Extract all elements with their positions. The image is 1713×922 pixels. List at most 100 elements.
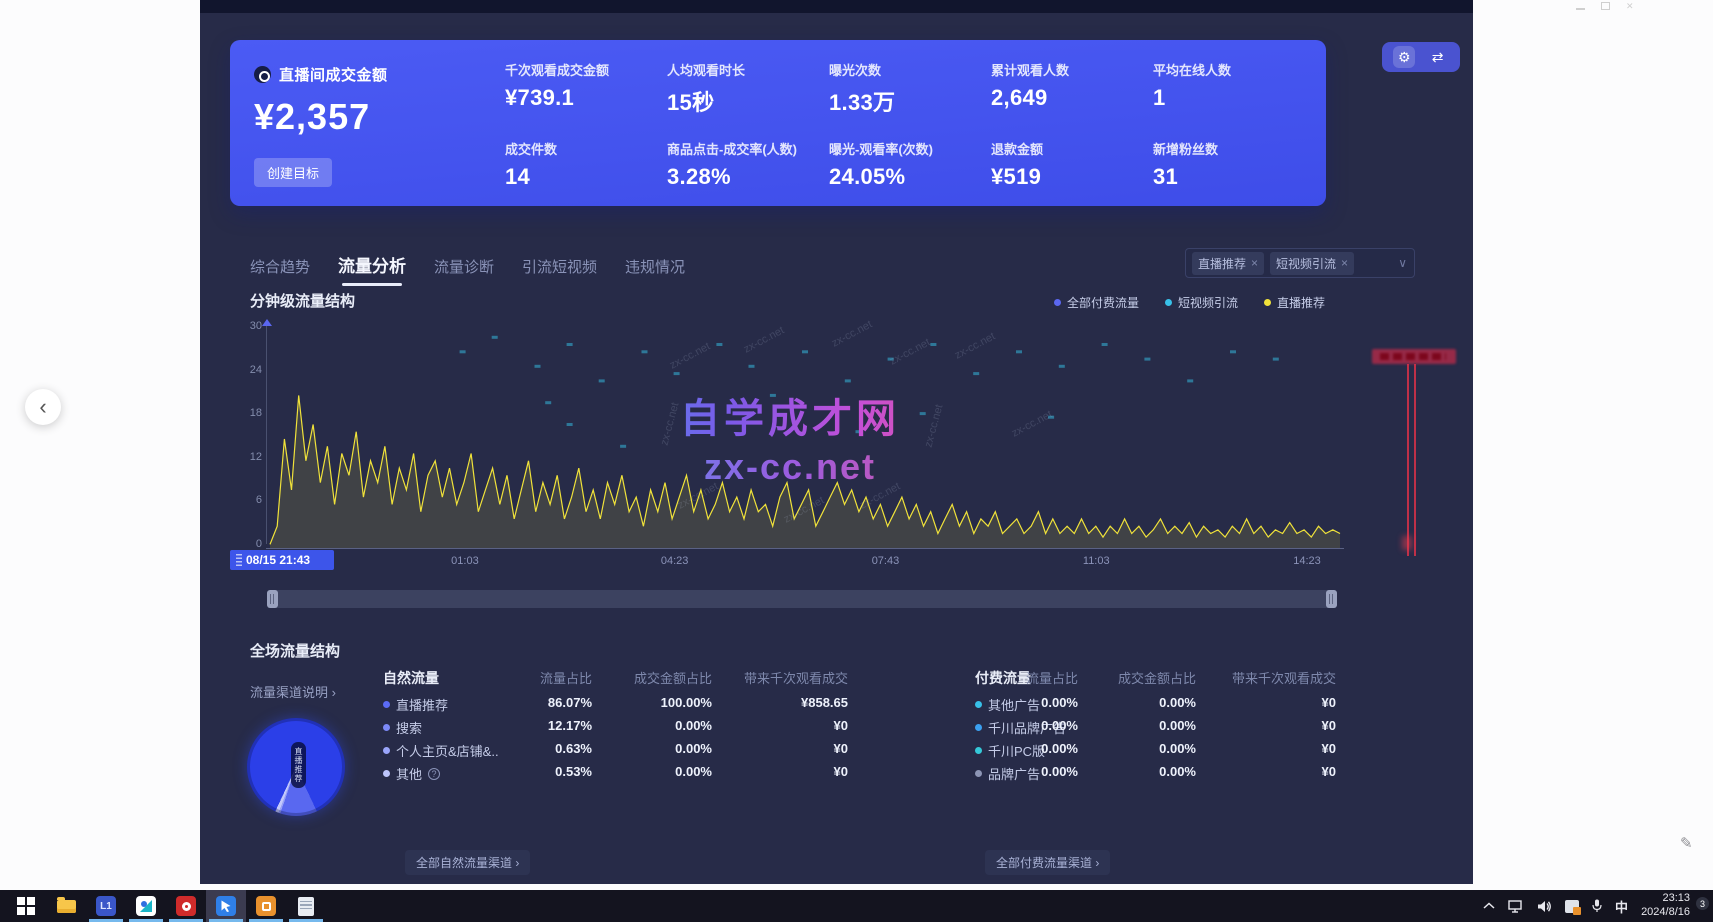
minimize-icon[interactable] xyxy=(1576,2,1585,10)
channel-dot xyxy=(975,747,982,754)
swap-icon[interactable]: ⇄ xyxy=(1427,46,1449,68)
metric-label: 新增粉丝数 xyxy=(1153,139,1315,158)
chart-title: 分钟级流量结构 xyxy=(250,290,355,311)
app-blue-cursor[interactable] xyxy=(206,890,246,922)
channel-name: 个人主页&店铺&.. xyxy=(383,741,499,760)
prev-arrow-button[interactable]: ‹ xyxy=(25,389,61,425)
system-tray: 中 23:13 2024/8/16 3 xyxy=(1483,892,1713,920)
tab-综合趋势[interactable]: 综合趋势 xyxy=(250,256,310,277)
channel-name: 品牌广告 xyxy=(975,764,1040,783)
chevron-down-icon[interactable]: ∨ xyxy=(1398,256,1407,270)
window-controls[interactable]: ✕ xyxy=(1576,2,1635,10)
tab-流量分析[interactable]: 流量分析 xyxy=(338,252,406,277)
metric-value: ¥519 xyxy=(991,164,1153,190)
app-red-ring[interactable] xyxy=(166,890,206,922)
red-marker-line xyxy=(1414,364,1416,556)
maximize-icon[interactable] xyxy=(1601,2,1610,10)
table-row: 其他?0.53%0.00%¥0 xyxy=(383,764,848,784)
channel-label: 千川PC版 xyxy=(988,741,1045,760)
per-thousand-value: ¥0 xyxy=(834,741,848,756)
close-icon[interactable]: ✕ xyxy=(1626,2,1635,10)
hidden-icons-chevron-icon[interactable] xyxy=(1483,902,1495,910)
card-tools: ⚙ ⇄ xyxy=(1382,42,1460,72)
channel-name: 千川PC版 xyxy=(975,741,1045,760)
gmv-share-value: 0.00% xyxy=(1159,764,1196,779)
app-orange[interactable] xyxy=(246,890,286,922)
app-teal[interactable] xyxy=(126,890,166,922)
gmv-share-value: 100.00% xyxy=(661,695,712,710)
per-thousand-value: ¥0 xyxy=(1322,764,1336,779)
gmv-share-value: 0.00% xyxy=(675,741,712,756)
pen-icon[interactable]: ✎ xyxy=(1680,834,1693,852)
per-thousand-value: ¥0 xyxy=(1322,741,1336,756)
ime-indicator[interactable]: 中 xyxy=(1615,897,1628,916)
table-header-row: 付费流量流量占比成交金额占比带来千次观看成交 xyxy=(975,668,1336,688)
channel-dot xyxy=(975,701,982,708)
legend-item[interactable]: 直播推荐 xyxy=(1264,294,1325,311)
legend-item[interactable]: 短视频引流 xyxy=(1165,294,1238,311)
table-col-header: 带来千次观看成交 xyxy=(744,668,848,687)
metric-label: 千次观看成交金额 xyxy=(505,60,667,79)
metric-value: 24.05% xyxy=(829,164,991,190)
metric-label: 人均观看时长 xyxy=(667,60,829,79)
metrics-grid: 千次观看成交金额¥739.1人均观看时长15秒曝光次数1.33万累计观看人数2,… xyxy=(505,60,1315,190)
per-thousand-value: ¥858.65 xyxy=(801,695,848,710)
notepad[interactable] xyxy=(286,890,326,922)
start-button[interactable] xyxy=(6,890,46,922)
line-chart-canvas[interactable] xyxy=(267,326,1345,554)
metric-7: 曝光-观看率(次数)24.05% xyxy=(829,139,991,190)
y-tick-label: 6 xyxy=(240,494,262,506)
channel-help-link[interactable]: 流量渠道说明 xyxy=(250,682,336,701)
microphone-icon[interactable] xyxy=(1592,899,1602,913)
channel-dot xyxy=(383,747,390,754)
traffic-share-value: 86.07% xyxy=(548,695,592,710)
gmv-share-value: 0.00% xyxy=(1159,718,1196,733)
chip-remove-icon[interactable]: × xyxy=(1341,256,1348,270)
app-l1[interactable]: L1 xyxy=(86,890,126,922)
filter-chip[interactable]: 直播推荐× xyxy=(1192,252,1264,275)
per-thousand-value: ¥0 xyxy=(834,764,848,779)
volume-icon[interactable] xyxy=(1537,900,1552,913)
window-titlebar xyxy=(200,0,1473,13)
chart-range-slider[interactable] xyxy=(267,590,1337,608)
table-header-row: 自然流量流量占比成交金额占比带来千次观看成交 xyxy=(383,668,848,688)
tab-违规情况[interactable]: 违规情况 xyxy=(625,256,685,277)
tab-引流短视频[interactable]: 引流短视频 xyxy=(522,256,597,277)
channel-dot xyxy=(383,770,390,777)
y-tick-label: 18 xyxy=(240,407,262,419)
legend-item[interactable]: 全部付费流量 xyxy=(1054,294,1139,311)
pie-dominant-label: 直播推荐 xyxy=(291,742,306,788)
all-natural-channels-link[interactable]: 全部自然流量渠道 xyxy=(405,850,530,875)
traffic-filter-select[interactable]: 直播推荐× 短视频引流× ∨ xyxy=(1185,248,1415,278)
legend-dot xyxy=(1165,299,1172,306)
channel-dot xyxy=(383,724,390,731)
file-explorer[interactable] xyxy=(46,890,86,922)
y-tick-label: 30 xyxy=(240,320,262,332)
summary-card: 直播间成交金额 ¥2,357 创建目标 千次观看成交金额¥739.1人均观看时长… xyxy=(230,40,1326,206)
all-paid-channels-link[interactable]: 全部付费流量渠道 xyxy=(985,850,1110,875)
x-axis-start-label[interactable]: 08/15 21:43 xyxy=(230,550,334,570)
minute-traffic-chart: 302418126001:0304:2307:4311:0314:23 xyxy=(240,322,1360,584)
gear-icon[interactable]: ⚙ xyxy=(1393,46,1415,68)
tab-流量诊断[interactable]: 流量诊断 xyxy=(434,256,494,277)
channel-label: 其他广告 xyxy=(988,695,1040,714)
tray-clock[interactable]: 23:13 2024/8/16 xyxy=(1641,892,1690,920)
network-icon[interactable] xyxy=(1508,900,1524,913)
channel-name: 搜索 xyxy=(383,718,422,737)
slider-handle-right[interactable] xyxy=(1326,590,1337,608)
traffic-share-value: 0.00% xyxy=(1041,695,1078,710)
help-icon[interactable]: ? xyxy=(428,768,440,780)
filter-chip[interactable]: 短视频引流× xyxy=(1270,252,1354,275)
legend-dot xyxy=(1264,299,1271,306)
snip-tool-icon[interactable] xyxy=(1565,900,1579,913)
per-thousand-value: ¥0 xyxy=(1322,718,1336,733)
create-goal-button[interactable]: 创建目标 xyxy=(254,158,332,187)
traffic-share-value: 0.00% xyxy=(1041,718,1078,733)
slider-handle-left[interactable] xyxy=(267,590,278,608)
y-tick-label: 12 xyxy=(240,451,262,463)
metric-value: ¥739.1 xyxy=(505,85,667,111)
chart-legend: 全部付费流量 短视频引流 直播推荐 xyxy=(1054,294,1325,311)
table-col-header: 自然流量 xyxy=(383,668,439,688)
chip-remove-icon[interactable]: × xyxy=(1251,256,1258,270)
metric-label: 平均在线人数 xyxy=(1153,60,1315,79)
